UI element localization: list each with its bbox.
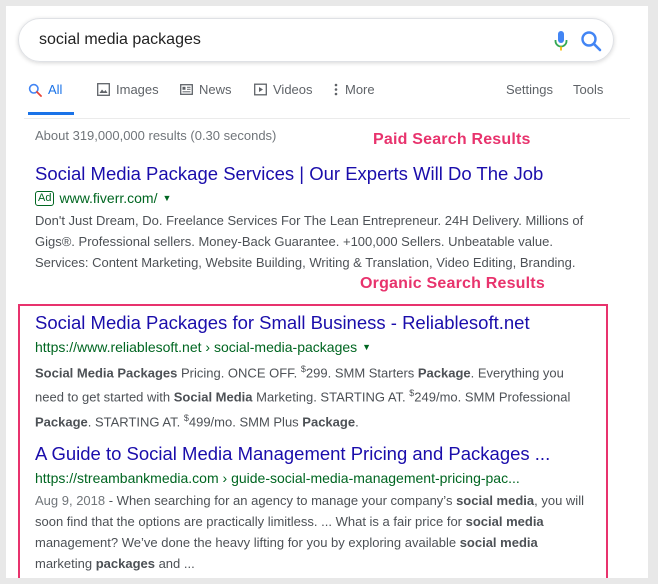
tab-label: More <box>345 82 375 97</box>
tab-all[interactable]: All <box>28 82 62 116</box>
result-snippet: Don't Just Dream, Do. Freelance Services… <box>35 210 605 273</box>
paid-result: Social Media Package Services | Our Expe… <box>35 162 605 273</box>
organic-result: Social Media Packages for Small Business… <box>35 311 605 432</box>
search-icon <box>28 83 42 97</box>
tab-label: All <box>48 82 63 97</box>
settings-label: Settings <box>506 82 553 97</box>
ad-badge: Ad <box>35 190 55 206</box>
result-url-text[interactable]: https://www.reliablesoft.net › social-me… <box>35 337 357 357</box>
result-url: https://www.reliablesoft.net › social-me… <box>35 337 605 357</box>
tools-label: Tools <box>573 82 604 97</box>
result-url-text[interactable]: https://streambankmedia.com › guide-soci… <box>35 468 520 488</box>
result-url: https://streambankmedia.com › guide-soci… <box>35 468 605 488</box>
snippet-line: Social Media Packages Pricing. ONCE OFF.… <box>35 364 564 381</box>
snippet-line: management? We’ve done the heavy lifting… <box>35 535 538 550</box>
screenshot-frame: All Images News Video <box>6 6 648 578</box>
tab-label: News <box>199 82 232 97</box>
snippet-line: Package. STARTING AT. $499/mo. SMM Plus … <box>35 412 359 429</box>
snippet-line: Services: Content Marketing, Website Bui… <box>35 255 576 270</box>
result-url: Ad www.fiverr.com/ ▼ <box>35 188 605 208</box>
tab-label: Images <box>116 82 159 97</box>
search-tabs: All Images News Videos More Settings Too… <box>28 82 628 116</box>
result-snippet: Aug 9, 2018 - When searching for an agen… <box>35 490 605 574</box>
result-title-link[interactable]: A Guide to Social Media Management Prici… <box>35 442 605 466</box>
search-input[interactable] <box>37 24 521 56</box>
organic-result: A Guide to Social Media Management Prici… <box>35 442 605 574</box>
tab-videos[interactable]: Videos <box>254 82 313 116</box>
result-stats: About 319,000,000 results (0.30 seconds) <box>35 128 277 143</box>
paid-results-annotation: Paid Search Results <box>373 131 531 148</box>
result-snippet: Social Media Packages Pricing. ONCE OFF.… <box>35 359 605 432</box>
microphone-icon[interactable] <box>553 30 569 52</box>
more-vert-icon <box>334 83 338 96</box>
result-title-link[interactable]: Social Media Package Services | Our Expe… <box>35 162 605 186</box>
tab-label: Videos <box>273 82 313 97</box>
snippet-line: need to get started with Social Media Ma… <box>35 388 571 405</box>
dropdown-caret-icon[interactable]: ▼ <box>362 337 371 357</box>
tabs-divider <box>24 118 630 119</box>
tab-images[interactable]: Images <box>97 82 159 116</box>
snippet-line: Aug 9, 2018 - When searching for an agen… <box>35 493 584 508</box>
snippet-line: Gigs®. Professional sellers. Money-Back … <box>35 234 553 249</box>
organic-results-annotation: Organic Search Results <box>360 275 545 292</box>
news-icon <box>180 84 193 95</box>
image-icon <box>97 83 110 96</box>
video-icon <box>254 83 267 96</box>
tab-news[interactable]: News <box>180 82 232 116</box>
result-title-link[interactable]: Social Media Packages for Small Business… <box>35 311 605 335</box>
result-url-text[interactable]: www.fiverr.com/ <box>59 188 157 208</box>
search-icon[interactable] <box>580 30 602 52</box>
settings-link[interactable]: Settings <box>506 82 553 116</box>
active-tab-indicator <box>28 112 74 115</box>
snippet-line: marketing packages and ... <box>35 556 195 571</box>
snippet-line: Don't Just Dream, Do. Freelance Services… <box>35 213 584 228</box>
tab-more[interactable]: More <box>333 82 375 116</box>
dropdown-caret-icon[interactable]: ▼ <box>162 188 171 208</box>
search-box[interactable] <box>18 18 614 62</box>
snippet-line: soon find that the options are practical… <box>35 514 544 529</box>
result-date: Aug 9, 2018 <box>35 493 106 508</box>
tools-link[interactable]: Tools <box>573 82 603 116</box>
